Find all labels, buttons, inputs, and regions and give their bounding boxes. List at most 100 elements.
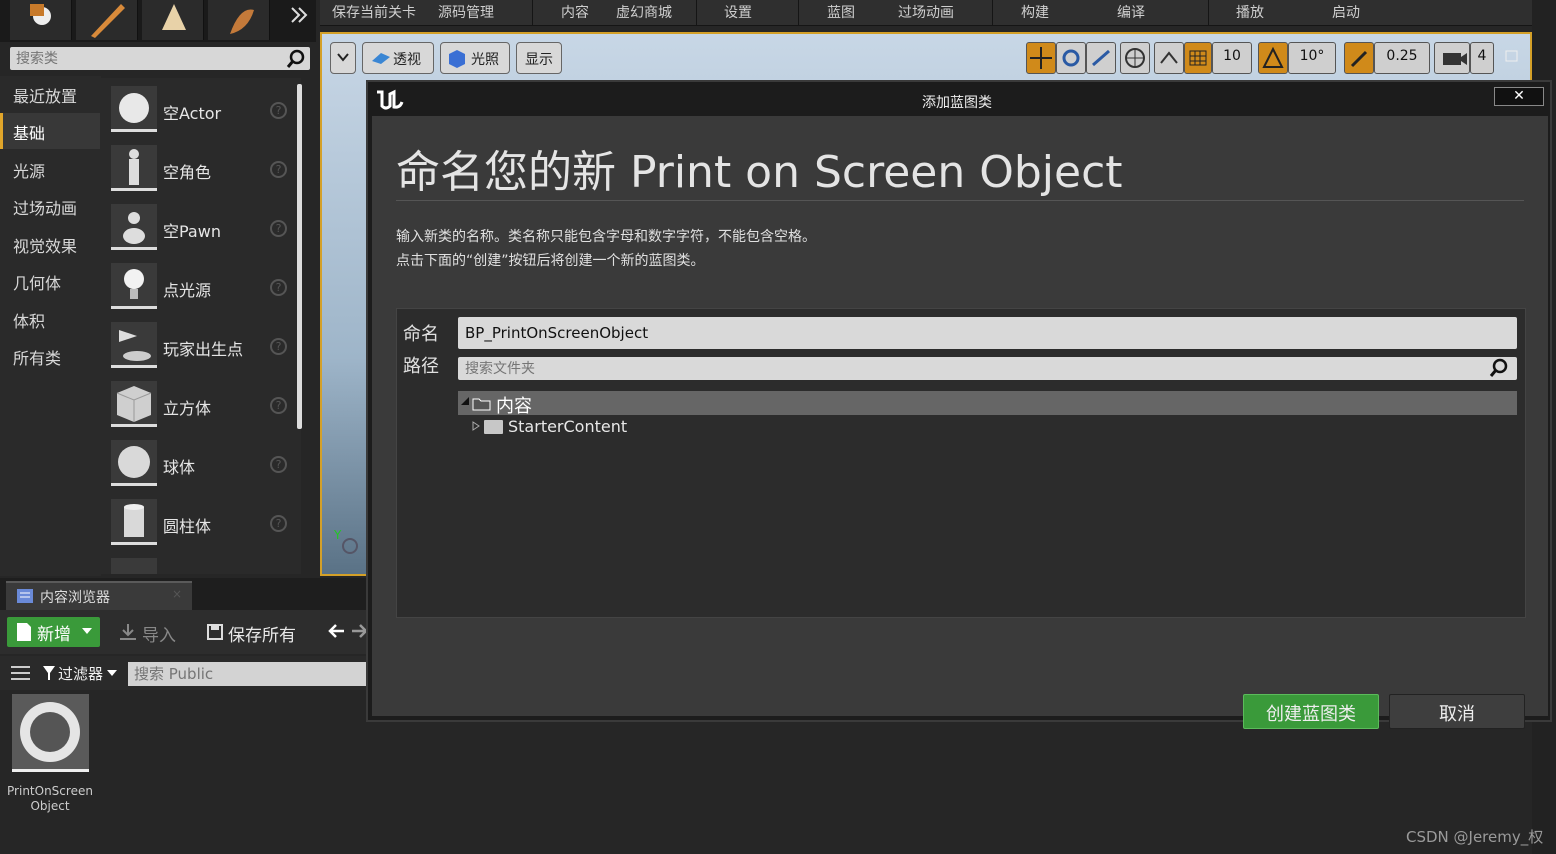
tab-content-browser[interactable]: 内容浏览器 × — [6, 581, 192, 610]
expand-toolbar-icon[interactable] — [286, 2, 312, 28]
category-lights[interactable]: 光源 — [0, 151, 100, 187]
help-icon[interactable]: ? — [270, 515, 287, 532]
rotate-tool-icon[interactable] — [1056, 42, 1086, 74]
lit-cube-icon — [447, 49, 467, 69]
chevron-down-icon — [81, 626, 93, 636]
world-space-icon[interactable] — [1120, 42, 1150, 74]
close-tab-icon[interactable]: × — [172, 587, 182, 601]
save-all-label: 保存所有 — [228, 626, 296, 646]
camera-speed-icon[interactable] — [1434, 42, 1470, 74]
folder-search-input[interactable] — [458, 357, 1478, 380]
help-icon[interactable]: ? — [270, 161, 287, 178]
show-button[interactable]: 显示 — [516, 42, 562, 74]
grid-snap-icon[interactable] — [1184, 42, 1212, 74]
collapsed-arrow-icon[interactable] — [472, 421, 480, 431]
save-level-button[interactable]: 保存当前关卡 — [332, 2, 416, 22]
paint-icon[interactable] — [142, 0, 204, 40]
help-icon[interactable]: ? — [270, 102, 287, 119]
menu-divider — [798, 0, 799, 26]
maximize-viewport-icon[interactable] — [1504, 48, 1520, 64]
category-all-classes[interactable]: 所有类 — [0, 338, 100, 374]
asset-search-box[interactable] — [128, 662, 368, 686]
lightbulb-icon[interactable] — [10, 0, 72, 40]
scale-snap-value[interactable]: 0.25 — [1374, 42, 1430, 74]
back-arrow-icon[interactable] — [328, 622, 346, 640]
close-dialog-button[interactable]: ✕ — [1494, 87, 1544, 106]
place-item-empty-character[interactable]: 空角色 ? — [101, 141, 301, 199]
category-recent[interactable]: 最近放置 — [0, 76, 100, 112]
name-label: 命名 — [403, 324, 439, 345]
help-icon[interactable]: ? — [270, 338, 287, 355]
path-label: 路径 — [403, 356, 439, 377]
category-geometry[interactable]: 几何体 — [0, 263, 100, 299]
import-label: 导入 — [142, 626, 176, 646]
expanded-arrow-icon[interactable] — [460, 396, 470, 406]
asset-thumbnail[interactable] — [12, 694, 89, 772]
filters-label: 过滤器 — [58, 665, 104, 683]
place-item-cube[interactable]: 立方体 ? — [101, 377, 301, 435]
search-icon — [1489, 358, 1509, 378]
help-icon[interactable]: ? — [270, 279, 287, 296]
add-new-button[interactable]: 新增 — [7, 617, 100, 647]
rotation-snap-value[interactable]: 10° — [1288, 42, 1336, 74]
build-button[interactable]: 构建 — [1021, 2, 1049, 22]
class-search-input[interactable] — [10, 47, 280, 70]
place-item-cylinder[interactable]: 圆柱体 ? — [101, 495, 301, 553]
category-basic[interactable]: 基础 — [0, 113, 100, 149]
lighting-mode-button[interactable]: 光照 — [440, 42, 510, 74]
import-icon — [118, 623, 138, 641]
place-item-empty-pawn[interactable]: 空Pawn ? — [101, 200, 301, 258]
compile-button[interactable]: 编译 — [1117, 2, 1145, 22]
scale-snap-icon[interactable] — [1344, 42, 1374, 74]
place-item-label: 空Pawn — [163, 222, 221, 241]
cube-thumbnail-icon — [111, 381, 157, 427]
help-icon[interactable]: ? — [270, 220, 287, 237]
help-icon[interactable]: ? — [270, 397, 287, 414]
dialog-title-bar[interactable]: 添加蓝图类 ✕ — [368, 82, 1550, 116]
place-item-sphere[interactable]: 球体 ? — [101, 436, 301, 494]
blueprints-button[interactable]: 蓝图 — [827, 2, 855, 22]
foliage-icon[interactable] — [208, 0, 270, 40]
folder-tree-root[interactable]: 内容 — [458, 391, 1517, 417]
asset-name-label: PrintOnScreen Object — [7, 784, 93, 813]
class-name-input[interactable] — [458, 317, 1517, 349]
cinematics-button[interactable]: 过场动画 — [898, 2, 954, 22]
category-cinematic[interactable]: 过场动画 — [0, 188, 100, 224]
content-button[interactable]: 内容 — [561, 2, 589, 22]
translate-tool-icon[interactable] — [1026, 42, 1056, 74]
class-search-box[interactable] — [10, 47, 310, 70]
character-thumbnail-icon — [111, 145, 157, 191]
grid-snap-value[interactable]: 10 — [1212, 42, 1252, 74]
marketplace-button[interactable]: 虚幻商城 — [616, 2, 672, 22]
folder-tree-item[interactable]: StarterContent — [458, 416, 858, 438]
help-icon[interactable]: ? — [270, 456, 287, 473]
play-button[interactable]: 播放 — [1236, 2, 1264, 22]
source-control-button[interactable]: 源码管理 — [438, 2, 494, 22]
cancel-button[interactable]: 取消 — [1389, 694, 1525, 729]
place-item-player-start[interactable]: 玩家出生点 ? — [101, 318, 301, 376]
folder-search-box[interactable] — [458, 357, 1517, 380]
camera-speed-value[interactable]: 4 — [1470, 42, 1494, 74]
surface-snap-icon[interactable] — [1154, 42, 1184, 74]
dialog-heading: 命名您的新 Print on Screen Object — [396, 147, 1123, 198]
class-name-field[interactable] — [458, 317, 1517, 349]
rotation-snap-icon[interactable] — [1258, 42, 1288, 74]
show-label: 显示 — [525, 52, 553, 68]
viewport-options-button[interactable] — [330, 42, 356, 74]
place-item-point-light[interactable]: 点光源 ? — [101, 259, 301, 317]
perspective-button[interactable]: 透视 — [362, 42, 434, 74]
place-item-empty-actor[interactable]: 空Actor ? — [101, 82, 301, 140]
sources-panel-icon[interactable] — [10, 664, 32, 682]
asset-search-input[interactable] — [128, 662, 358, 686]
launch-button[interactable]: 启动 — [1332, 2, 1360, 22]
brush-icon[interactable] — [76, 0, 138, 40]
perspective-icon — [371, 51, 391, 65]
category-volumes[interactable]: 体积 — [0, 301, 100, 337]
viewport-help-icon[interactable] — [342, 538, 358, 554]
settings-button[interactable]: 设置 — [724, 2, 752, 22]
pawn-thumbnail-icon — [111, 204, 157, 250]
create-blueprint-button[interactable]: 创建蓝图类 — [1243, 694, 1379, 729]
category-visual-effects[interactable]: 视觉效果 — [0, 226, 100, 262]
place-list-scrollbar[interactable] — [297, 84, 302, 429]
scale-tool-icon[interactable] — [1086, 42, 1116, 74]
